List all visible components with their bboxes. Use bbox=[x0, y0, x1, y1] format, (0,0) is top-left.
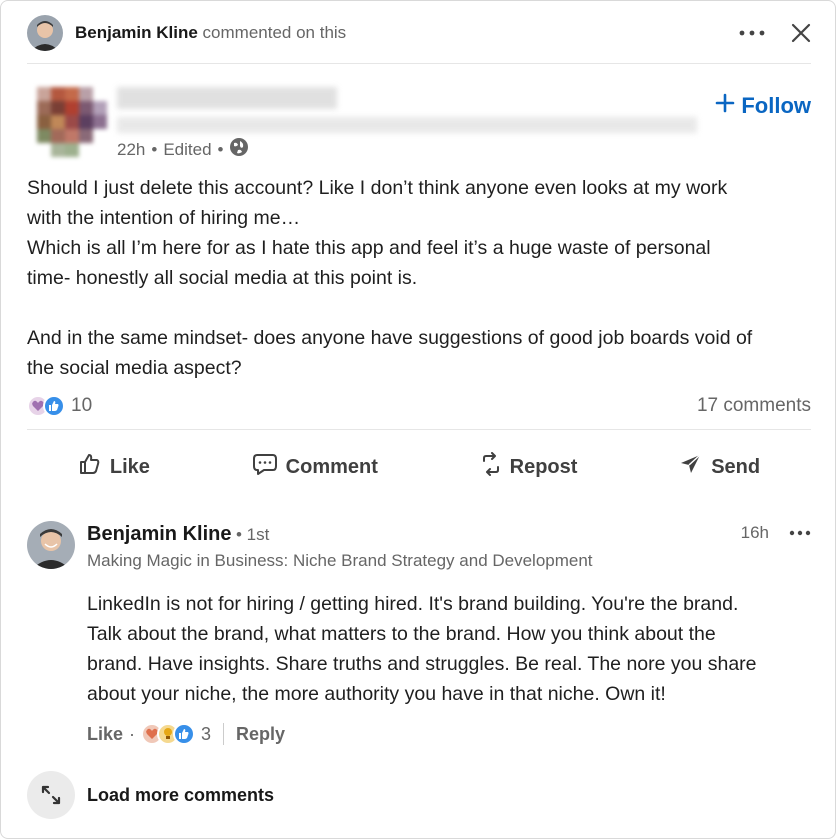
comment-like-button[interactable]: Like bbox=[87, 724, 123, 745]
load-more-comments-button[interactable]: Load more comments bbox=[27, 771, 274, 819]
blurred-author-name[interactable] bbox=[117, 87, 337, 109]
comment-meta: 16h bbox=[741, 523, 811, 543]
like-reaction-icon bbox=[43, 395, 65, 417]
comment-text: LinkedIn is not for hiring / getting hir… bbox=[87, 589, 817, 709]
post-line: the social media aspect? bbox=[27, 357, 242, 379]
comment-button[interactable]: Comment bbox=[242, 446, 388, 488]
post-text: Should I just delete this account? Like … bbox=[27, 173, 817, 383]
connection-degree: • 1st bbox=[235, 525, 270, 544]
like-reaction-icon bbox=[173, 723, 196, 745]
post-meta: 22h • Edited • bbox=[117, 137, 249, 162]
post-edited: Edited bbox=[163, 139, 212, 159]
comment-line: about your niche, the more authority you… bbox=[87, 683, 666, 705]
activity-action-text: commented on this bbox=[202, 23, 347, 42]
comment-author-headline: Making Magic in Business: Niche Brand St… bbox=[87, 551, 593, 570]
blurred-author-avatar[interactable] bbox=[27, 81, 107, 161]
repost-label: Repost bbox=[509, 455, 578, 478]
post-line: Which is all I’m here for as I hate this… bbox=[27, 237, 711, 259]
comments-count[interactable]: 17 comments bbox=[697, 395, 811, 417]
comment-line: brand. Have insights. Share truths and s… bbox=[87, 653, 757, 675]
action-bar: Like Comment Repost Send bbox=[27, 443, 811, 491]
like-button[interactable]: Like bbox=[68, 446, 160, 488]
send-button[interactable]: Send bbox=[669, 446, 770, 488]
commenter-name[interactable]: Benjamin Kline bbox=[75, 23, 198, 42]
post-line: Should I just delete this account? Like … bbox=[27, 177, 728, 199]
comment-author-name[interactable]: Benjamin Kline bbox=[87, 523, 231, 545]
follow-label: Follow bbox=[741, 93, 811, 118]
activity-header: Benjamin Kline commented on this bbox=[27, 15, 811, 51]
post-time: 22h bbox=[117, 139, 146, 159]
activity-header-text: Benjamin Kline commented on this bbox=[75, 23, 346, 43]
comment-author-avatar[interactable] bbox=[27, 521, 75, 569]
comment-more-options-icon[interactable] bbox=[789, 530, 811, 536]
reply-button[interactable]: Reply bbox=[236, 724, 285, 745]
comment-header: Benjamin Kline • 1st bbox=[87, 523, 811, 546]
post-line: And in the same mindset- does anyone hav… bbox=[27, 327, 753, 349]
post-reactions[interactable]: 10 bbox=[27, 395, 92, 417]
plus-icon bbox=[715, 93, 735, 119]
send-icon bbox=[679, 452, 703, 482]
thumbs-up-icon bbox=[78, 452, 102, 482]
header-divider bbox=[27, 63, 811, 64]
more-options-icon[interactable] bbox=[739, 29, 765, 37]
comment-line: Talk about the brand, what matters to th… bbox=[87, 623, 716, 645]
post-author-row: 22h • Edited • Follow bbox=[27, 81, 811, 161]
counts-divider bbox=[27, 429, 811, 430]
reaction-count: 10 bbox=[71, 395, 93, 416]
comment-reactions[interactable]: 3 bbox=[141, 723, 211, 745]
post-line: with the intention of hiring me… bbox=[27, 207, 301, 229]
comment-reaction-count: 3 bbox=[201, 723, 212, 744]
send-label: Send bbox=[711, 455, 761, 478]
comment-time: 16h bbox=[740, 523, 769, 542]
load-more-label: Load more comments bbox=[87, 784, 275, 805]
repost-button[interactable]: Repost bbox=[470, 446, 588, 488]
like-label: Like bbox=[109, 455, 150, 478]
repost-icon bbox=[480, 452, 502, 482]
social-counts: 10 17 comments bbox=[27, 393, 811, 419]
footer-separator bbox=[223, 723, 225, 745]
commenter-avatar[interactable] bbox=[27, 15, 63, 51]
comment-label: Comment bbox=[285, 455, 378, 478]
separator-dot: · bbox=[129, 723, 136, 744]
post-card: Benjamin Kline commented on this 22h • E… bbox=[0, 0, 836, 839]
comment-icon bbox=[252, 452, 278, 482]
post-line: time- honestly all social media at this … bbox=[27, 267, 418, 289]
globe-icon bbox=[229, 137, 249, 162]
comment-footer: Like · 3 Reply bbox=[87, 723, 285, 745]
close-icon[interactable] bbox=[791, 23, 811, 43]
blurred-author-headline bbox=[117, 117, 697, 133]
expand-icon bbox=[27, 771, 75, 819]
follow-button[interactable]: Follow bbox=[715, 93, 811, 119]
comment-line: LinkedIn is not for hiring / getting hir… bbox=[87, 593, 739, 615]
